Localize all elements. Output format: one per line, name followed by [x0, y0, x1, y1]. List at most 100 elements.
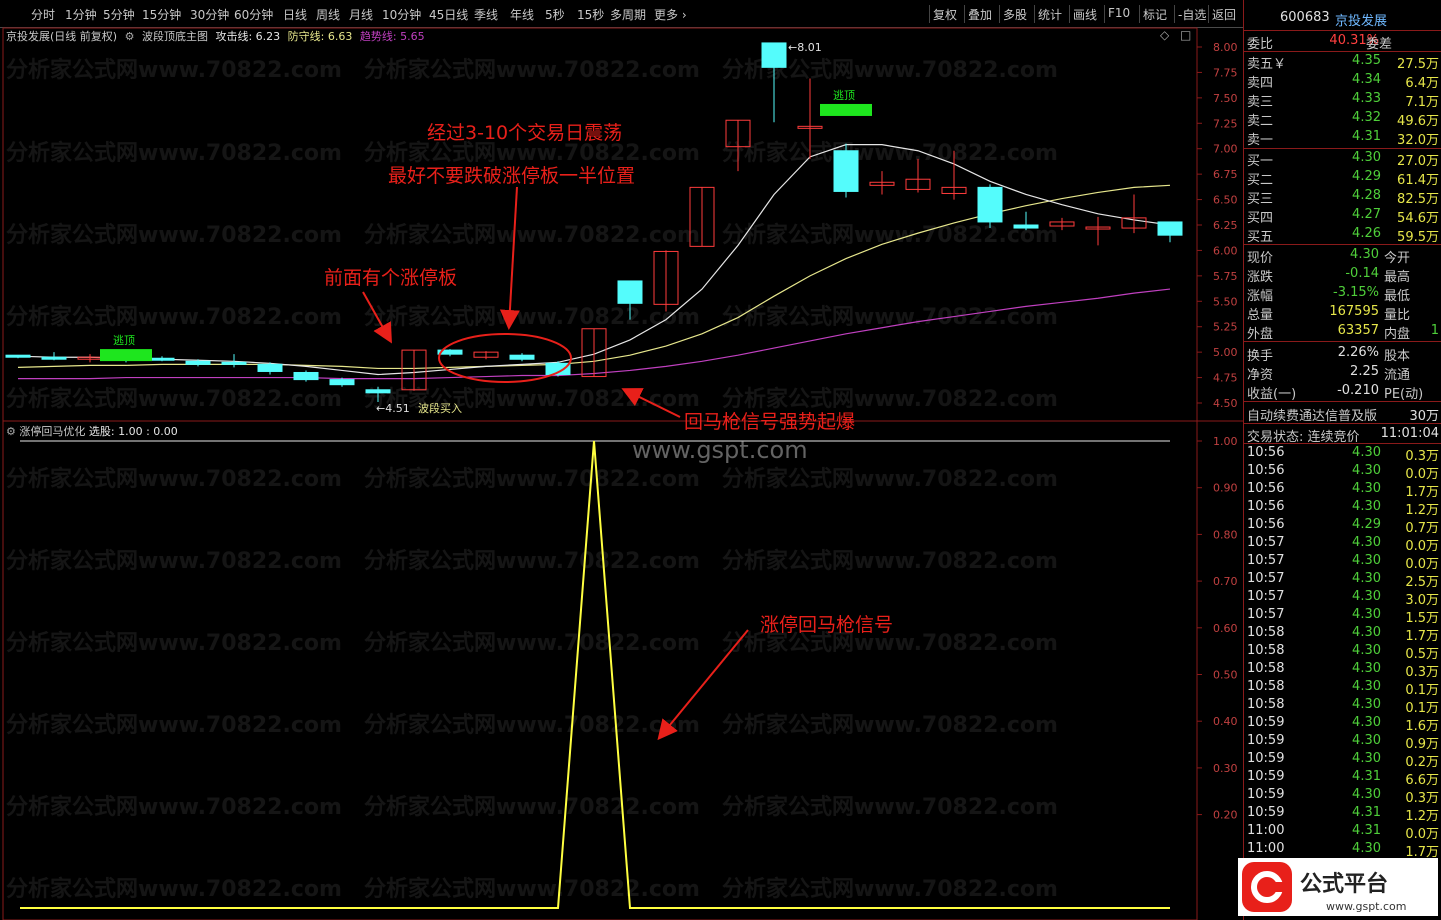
tick-time: 10:58	[1247, 661, 1285, 676]
stat2-value: -0.210	[1337, 383, 1379, 398]
tick-time: 10:57	[1247, 571, 1285, 586]
watermark-text: 分析家公式网www.70822.com	[6, 712, 342, 738]
tick-price: 4.30	[1352, 661, 1381, 676]
stat-label-2: 最高	[1384, 270, 1411, 285]
tick-row: 10:58 4.30 0.5万	[1247, 642, 1439, 662]
ask-price: 4.32	[1352, 110, 1381, 125]
high-label: ←8.01	[788, 41, 822, 54]
ytick-label: 5.25	[1213, 321, 1238, 334]
bid-row: 买五 4.26 59.5万	[1247, 225, 1439, 245]
chart-title[interactable]: 京投发展(日线 前复权)	[6, 30, 117, 43]
bid-label: 买一	[1247, 154, 1274, 169]
watermark-text: 分析家公式网www.70822.com	[364, 548, 700, 574]
candle-body	[221, 361, 247, 365]
stat-value: -3.15%	[1333, 285, 1379, 300]
stat2-value: 2.25	[1350, 364, 1379, 379]
ask-label: 卖二	[1247, 114, 1274, 129]
candle-body	[977, 186, 1003, 223]
ask-price: 4.33	[1352, 91, 1381, 106]
ytick-label: 6.00	[1213, 244, 1238, 257]
ask-vol: 7.1万	[1405, 95, 1439, 110]
ytick-label: 5.00	[1213, 346, 1238, 359]
tick-row: 10:57 4.30 1.5万	[1247, 606, 1439, 626]
watermark-text: 分析家公式网www.70822.com	[6, 386, 342, 412]
stock-name: 京投发展	[1335, 14, 1388, 29]
bid-row: 买三 4.28 82.5万	[1247, 187, 1439, 207]
tick-time: 11:00	[1247, 823, 1285, 838]
stat2-label-2: PE(动)	[1384, 387, 1424, 402]
watermark-text: 分析家公式网www.70822.com	[364, 222, 700, 248]
bid-price: 4.28	[1352, 188, 1381, 203]
stat2-label: 收益(一)	[1247, 387, 1297, 402]
tick-time: 10:57	[1247, 535, 1285, 550]
buy-label: 波段买入	[418, 401, 462, 415]
tick-row: 11:00 4.31 0.0万	[1247, 822, 1439, 842]
tick-row: 10:57 4.30 0.0万	[1247, 534, 1439, 554]
ad-text: 自动续费通达信普及版	[1247, 409, 1378, 424]
tick-row: 10:59 4.30 0.9万	[1247, 732, 1439, 752]
panel-divider	[1244, 341, 1441, 342]
sub-chart-title[interactable]: 涨停回马优化	[19, 425, 85, 438]
tick-row: 10:56 4.30 0.3万	[1247, 444, 1439, 464]
signal-indicator	[20, 440, 1170, 909]
bid-price: 4.30	[1352, 150, 1381, 165]
defense-line-label: 防守线: 6.63	[287, 30, 353, 43]
weicha-label: 委差	[1366, 37, 1393, 52]
tick-time: 10:58	[1247, 625, 1285, 640]
ask-vol: 49.6万	[1397, 114, 1439, 129]
candle-body	[1013, 224, 1039, 229]
select-label: 选股: 1.00 : 0.00	[88, 425, 178, 438]
panel-divider	[1244, 30, 1441, 31]
stat-label: 涨幅	[1247, 289, 1274, 304]
indicator-name[interactable]: 波段顶底主图	[142, 30, 208, 43]
watermark-text: 分析家公式网www.70822.com	[6, 304, 342, 330]
tick-row: 10:56 4.30 0.0万	[1247, 462, 1439, 482]
sub-ytick-label: 0.80	[1213, 528, 1238, 541]
candle-body	[41, 356, 67, 360]
tick-row: 10:59 4.31 1.2万	[1247, 804, 1439, 824]
stat-value: 4.30	[1350, 247, 1379, 262]
stat2-value: 2.26%	[1337, 345, 1379, 360]
watermark-text: 分析家公式网www.70822.com	[364, 876, 700, 902]
watermark-text: 分析家公式网www.70822.com	[722, 548, 1058, 574]
candle-body	[293, 371, 319, 381]
candle-body	[365, 389, 391, 394]
gspt-watermark: www.gspt.com	[632, 436, 808, 464]
tick-row: 10:56 4.30 1.7万	[1247, 480, 1439, 500]
diamond-icon[interactable]: ◇	[1160, 28, 1169, 42]
candle-body	[761, 42, 787, 68]
tick-price: 4.30	[1352, 571, 1381, 586]
tick-row: 10:59 4.30 1.6万	[1247, 714, 1439, 734]
tick-time: 10:59	[1247, 787, 1285, 802]
quote-header: 600683 京投发展	[1247, 9, 1439, 29]
tick-time: 10:59	[1247, 733, 1285, 748]
square-icon[interactable]: □	[1180, 28, 1191, 42]
bid-row: 买一 4.30 27.0万	[1247, 149, 1439, 169]
bid-vol: 54.6万	[1397, 211, 1439, 226]
sub-ytick-label: 0.20	[1213, 809, 1238, 822]
watermark-text: 分析家公式网www.70822.com	[6, 57, 342, 83]
tick-time: 10:56	[1247, 499, 1285, 514]
watermark-text: 分析家公式网www.70822.com	[364, 794, 700, 820]
tick-price: 4.30	[1352, 625, 1381, 640]
watermark-text: 分析家公式网www.70822.com	[364, 630, 700, 656]
panel-divider	[1244, 244, 1441, 245]
sub-chart-info: ⚙ 涨停回马优化 选股: 1.00 : 0.00	[6, 423, 178, 439]
candle-body	[833, 150, 859, 192]
tick-price: 4.30	[1352, 697, 1381, 712]
tick-price: 4.31	[1352, 823, 1381, 838]
gear-icon[interactable]: ⚙	[6, 425, 16, 438]
ytick-label: 7.75	[1213, 66, 1238, 79]
gear-icon[interactable]: ⚙	[125, 30, 135, 43]
ytick-label: 7.50	[1213, 92, 1238, 105]
annotation-oscillation: 经过3-10个交易日震荡	[427, 122, 623, 144]
bid-vol: 27.0万	[1397, 154, 1439, 169]
tick-time: 10:58	[1247, 679, 1285, 694]
ask-vol: 32.0万	[1397, 133, 1439, 148]
tick-row: 10:58 4.30 1.7万	[1247, 624, 1439, 644]
watermark-text: 分析家公式网www.70822.com	[6, 140, 342, 166]
stat2-label-2: 流通	[1384, 368, 1411, 383]
tick-row: 10:57 4.30 3.0万	[1247, 588, 1439, 608]
watermark-text: 分析家公式网www.70822.com	[722, 794, 1058, 820]
tick-row: 10:56 4.29 0.7万	[1247, 516, 1439, 536]
